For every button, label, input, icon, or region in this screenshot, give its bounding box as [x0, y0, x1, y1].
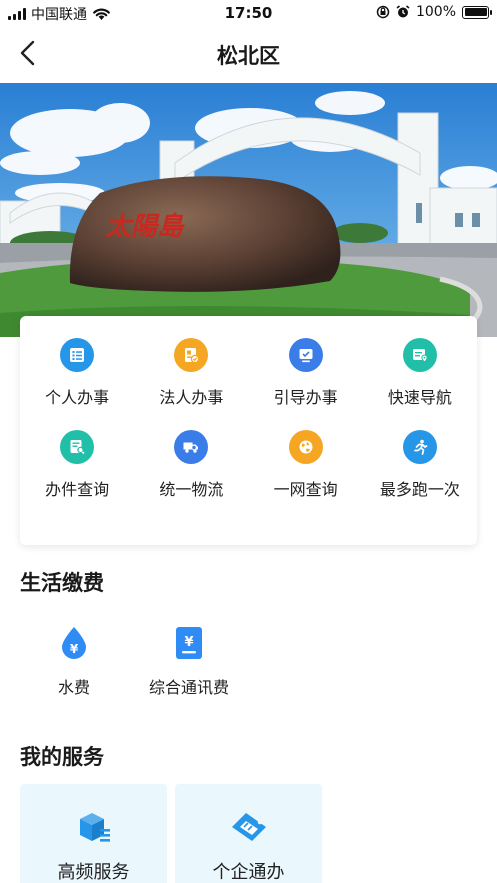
- corporate-doc-icon: [174, 338, 209, 372]
- service-corporate[interactable]: 法人办事: [134, 338, 248, 408]
- water-drop-yuan-icon: ¥: [62, 627, 86, 659]
- status-bar: 中国联通 17:50 100%: [0, 0, 497, 26]
- telecom-fee-item[interactable]: ¥ 综合通讯费: [145, 626, 233, 698]
- ticket-icon: [231, 813, 266, 841]
- running-person-icon: [402, 430, 437, 464]
- service-label: 个人办事: [45, 388, 110, 407]
- service-guide[interactable]: 引导办事: [249, 338, 363, 408]
- water-fee-item[interactable]: ¥ 水费: [52, 626, 96, 698]
- service-label: 办件查询: [45, 480, 110, 499]
- service-logistics[interactable]: 统一物流: [134, 430, 248, 500]
- globe-icon: [288, 430, 323, 464]
- service-grid: 个人办事 法人办事 引导办事 快速导航 办件查询 统一物流 一网查询 最多跑一次: [20, 338, 477, 500]
- service-one-net-query[interactable]: 一网查询: [249, 430, 363, 500]
- navigation-card-icon: [402, 338, 437, 372]
- battery-icon: [462, 5, 492, 19]
- personal-enterprise-service-tile[interactable]: 个企通办: [175, 784, 322, 883]
- status-right: 100%: [376, 4, 492, 20]
- life-payment-title: 生活缴费: [20, 571, 104, 595]
- service-label: 统一物流: [159, 480, 224, 499]
- navigation-bar: 松北区: [0, 26, 497, 82]
- phone-bill-yuan-icon: ¥: [176, 627, 202, 659]
- service-label: 一网查询: [273, 480, 338, 499]
- service-label: 快速导航: [387, 388, 452, 407]
- orientation-lock-icon: [376, 5, 390, 19]
- case-query-icon: [60, 430, 95, 464]
- banner-image: 太陽島: [0, 83, 497, 337]
- personal-enterprise-service-label: 个企通办: [212, 862, 285, 883]
- service-label: 最多跑一次: [379, 480, 460, 499]
- person-list-icon: [60, 338, 95, 372]
- cube-stack-icon: [79, 813, 110, 842]
- water-fee-label: 水费: [57, 678, 90, 697]
- svg-text:¥: ¥: [184, 635, 193, 650]
- service-personal[interactable]: 个人办事: [20, 338, 134, 408]
- my-services-title: 我的服务: [20, 745, 104, 769]
- telecom-fee-label: 综合通讯费: [148, 678, 229, 697]
- svg-text:¥: ¥: [70, 642, 79, 656]
- service-navigation[interactable]: 快速导航: [363, 338, 477, 408]
- rock-inscription: 太陽島: [105, 212, 185, 242]
- service-label: 法人办事: [159, 388, 224, 407]
- service-label: 引导办事: [273, 388, 338, 407]
- service-grid-card: 个人办事 法人办事 引导办事 快速导航 办件查询 统一物流 一网查询 最多跑一次: [20, 316, 477, 545]
- logistics-truck-icon: [174, 430, 209, 464]
- service-case-query[interactable]: 办件查询: [20, 430, 134, 500]
- high-frequency-service-tile[interactable]: 高频服务: [20, 784, 167, 883]
- page-title: 松北区: [217, 44, 280, 68]
- alarm-icon: [396, 5, 410, 18]
- banner-carousel[interactable]: 太陽島: [0, 83, 497, 337]
- service-run-once[interactable]: 最多跑一次: [363, 430, 477, 500]
- high-frequency-service-label: 高频服务: [57, 862, 130, 883]
- guide-screen-icon: [288, 338, 323, 372]
- battery-percent: 100%: [415, 4, 456, 20]
